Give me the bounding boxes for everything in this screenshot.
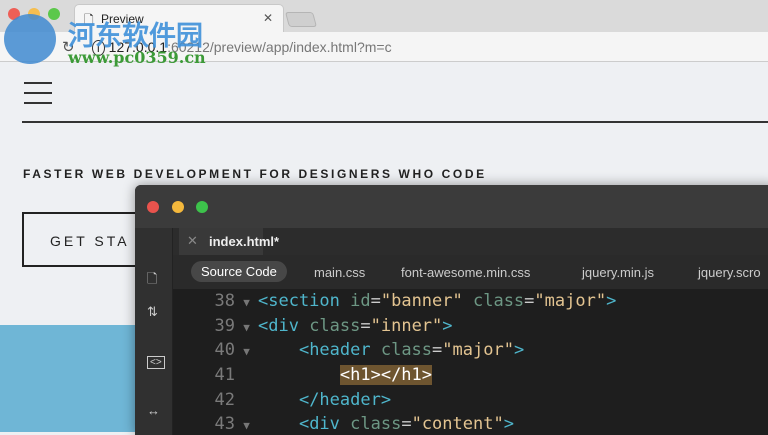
sort-icon[interactable]: ⇅: [147, 304, 158, 320]
code-token: =: [432, 340, 443, 361]
minimize-window-button[interactable]: [28, 8, 40, 20]
code-token: <div: [298, 414, 351, 435]
code-token: "content": [411, 414, 504, 435]
code-line[interactable]: 40 ▼ <header class="major">: [173, 340, 768, 365]
url-field[interactable]: i 127.0.0.1:60212/preview/app/index.html?…: [92, 39, 392, 56]
code-token: <header: [298, 340, 381, 361]
code-token: =: [360, 315, 371, 336]
new-tab-button[interactable]: [284, 12, 318, 27]
code-token: >: [442, 315, 453, 336]
code-token: =: [401, 414, 412, 435]
file-source-code[interactable]: Source Code: [191, 261, 287, 282]
tab-label: index.html*: [209, 234, 280, 249]
code-token: class: [380, 340, 433, 361]
file-jquery-scroll[interactable]: jquery.scro: [698, 265, 761, 280]
code-token: "banner": [380, 291, 463, 311]
code-token: "inner": [370, 315, 443, 336]
fold-toggle-icon[interactable]: ▼: [235, 419, 258, 432]
line-number: 40: [214, 340, 235, 361]
editor-close-button[interactable]: [147, 201, 159, 213]
line-number: 41: [214, 365, 235, 386]
code-token: class: [462, 291, 525, 311]
code-area[interactable]: 38 ▼ <section id="banner" class="major"> 39…: [173, 291, 768, 435]
divider: [22, 121, 768, 123]
editor-zoom-button[interactable]: [196, 201, 208, 213]
line-number: 42: [214, 389, 235, 410]
code-line[interactable]: 38 ▼ <section id="banner" class="major">: [173, 291, 768, 316]
code-line[interactable]: 41 <h1></h1>: [173, 365, 768, 390]
line-number: 43: [214, 414, 235, 435]
zoom-window-button[interactable]: [48, 8, 60, 20]
code-token: >: [503, 414, 514, 435]
address-bar: ↻ i 127.0.0.1:60212/preview/app/index.htm…: [0, 32, 768, 62]
code-token: <section: [258, 291, 351, 311]
fold-toggle-icon[interactable]: ▼: [235, 321, 258, 334]
file-jquery-min[interactable]: jquery.min.js: [582, 265, 654, 280]
editor-title-bar: [135, 185, 768, 228]
code-token: class: [309, 315, 361, 336]
browser-tab-preview[interactable]: 🗋 Preview ✕: [74, 4, 284, 32]
code-token: =: [524, 291, 535, 311]
banner-image: [0, 325, 140, 432]
line-number: 39: [214, 315, 235, 336]
line-number: 38: [214, 291, 235, 311]
code-view-icon[interactable]: <>: [147, 356, 165, 369]
code-line[interactable]: 39 ▼ <div class="inner">: [173, 316, 768, 341]
code-token: "major": [442, 340, 514, 361]
tagline: FASTER WEB DEVELOPMENT FOR DESIGNERS WHO…: [23, 167, 487, 181]
tab-index-html[interactable]: ✕ index.html*: [179, 228, 279, 255]
code-token: >: [513, 340, 525, 361]
file-main-css[interactable]: main.css: [314, 265, 365, 280]
page-icon: 🗋: [84, 13, 94, 27]
editor-minimize-button[interactable]: [172, 201, 184, 213]
code-token: </header>: [298, 389, 392, 410]
fold-toggle-icon[interactable]: ▼: [235, 345, 258, 358]
close-tab-icon[interactable]: ✕: [263, 11, 273, 25]
code-token: <h1></h1>: [339, 365, 433, 386]
hamburger-menu-icon[interactable]: [24, 82, 52, 112]
code-token: id: [350, 291, 371, 311]
fold-toggle-icon[interactable]: ▼: [235, 296, 258, 309]
expand-icon[interactable]: ↔: [147, 403, 160, 418]
tab-title: Preview: [101, 12, 144, 26]
code-token: "major": [534, 291, 607, 311]
code-line[interactable]: 42 </header>: [173, 390, 768, 415]
browser-tab-bar: 🗋 Preview ✕: [0, 0, 768, 32]
info-icon: i: [92, 40, 105, 56]
related-files-bar: Source Code main.css font-awesome.min.cs…: [173, 255, 768, 289]
code-token: =: [370, 291, 381, 311]
code-token: <div: [258, 315, 310, 336]
file-icon[interactable]: 🗋: [147, 270, 157, 292]
code-token: >: [606, 291, 617, 311]
close-window-button[interactable]: [8, 8, 20, 20]
url-host: 127.0.0.1: [108, 39, 168, 55]
document-tabs: ✕ index.html*: [135, 228, 768, 255]
file-font-awesome[interactable]: font-awesome.min.css: [401, 265, 530, 280]
code-token: class: [350, 414, 402, 435]
reload-icon[interactable]: ↻: [62, 38, 75, 56]
url-path: :60212/preview/app/index.html?m=c: [167, 39, 392, 55]
code-editor-window: ✕ index.html* 🗋 ⇅ <> ↔ Source Code main.c…: [135, 185, 768, 435]
close-tab-icon[interactable]: ✕: [187, 233, 198, 249]
tool-sidebar: 🗋 ⇅ <> ↔: [135, 228, 173, 435]
